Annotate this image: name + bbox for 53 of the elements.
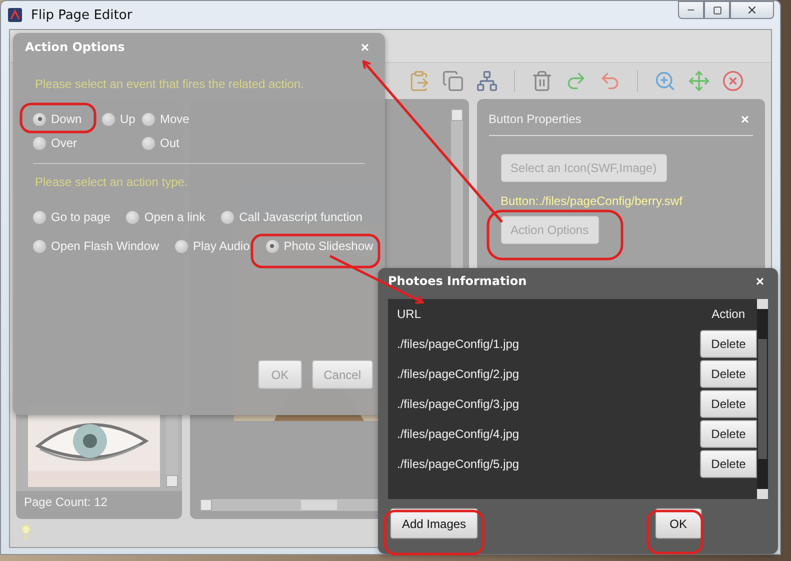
dialog-title: Photoes Information	[388, 274, 527, 288]
app-icon	[7, 7, 23, 23]
panel-title: Button Properties	[488, 112, 582, 126]
event-radio[interactable]: Down	[33, 112, 102, 126]
url-cell: ./files/pageConfig/2.jpg	[397, 367, 520, 381]
fit-icon[interactable]	[688, 70, 710, 92]
delete-button[interactable]: Delete	[700, 390, 757, 418]
dialog-title: Action Options	[25, 40, 125, 54]
paste-icon[interactable]	[408, 70, 430, 92]
column-header: URL	[397, 307, 422, 321]
undo-icon[interactable]	[599, 70, 621, 92]
close-button[interactable]: ×	[752, 273, 768, 289]
highlight-outline	[646, 510, 704, 554]
column-header: Action	[712, 307, 745, 321]
delete-icon[interactable]	[722, 70, 744, 92]
select-icon-button[interactable]: Select an Icon(SWF,Image)	[500, 154, 667, 182]
action-radio[interactable]: Photo Slideshow	[266, 239, 374, 253]
ok-button[interactable]: OK	[258, 360, 302, 389]
delete-button[interactable]: Delete	[700, 450, 757, 478]
trash-icon[interactable]	[531, 70, 553, 92]
button-path: Button:./files/pageConfig/berry.swf	[500, 194, 682, 208]
delete-button[interactable]: Delete	[700, 330, 757, 358]
zoom-in-icon[interactable]	[654, 70, 676, 92]
add-images-button[interactable]: Add Images	[390, 508, 478, 539]
action-radio[interactable]: Go to page	[33, 210, 110, 224]
action-options-button[interactable]: Action Options	[500, 216, 599, 244]
close-button[interactable]	[730, 1, 774, 19]
hierarchy-icon[interactable]	[476, 70, 498, 92]
delete-button[interactable]: Delete	[700, 360, 757, 388]
event-radio[interactable]: Over	[33, 136, 102, 150]
event-radio[interactable]: Out	[142, 136, 385, 150]
window-title: Flip Page Editor	[31, 8, 132, 22]
redo-icon[interactable]	[565, 70, 587, 92]
action-radio[interactable]: Open Flash Window	[33, 239, 160, 253]
close-icon[interactable]	[746, 4, 758, 16]
page-count: Page Count: 12	[23, 494, 108, 511]
url-cell: ./files/pageConfig/3.jpg	[397, 397, 520, 411]
delete-button[interactable]: Delete	[700, 420, 757, 448]
url-cell: ./files/pageConfig/4.jpg	[397, 427, 520, 441]
maximize-button[interactable]	[704, 1, 730, 19]
action-radio[interactable]: Call Javascript function	[221, 210, 362, 224]
copy-icon[interactable]	[442, 70, 464, 92]
close-button[interactable]: ×	[356, 39, 373, 55]
scrollbar[interactable]	[757, 299, 768, 499]
event-radio[interactable]: Up	[102, 112, 142, 126]
cancel-button[interactable]: Cancel	[312, 360, 373, 389]
url-cell: ./files/pageConfig/1.jpg	[397, 337, 520, 351]
maximize-icon[interactable]	[712, 6, 722, 14]
event-radio[interactable]: Move	[142, 112, 385, 126]
url-cell: ./files/pageConfig/5.jpg	[397, 457, 520, 471]
action-radio[interactable]: Open a link	[126, 210, 206, 224]
action-radio[interactable]: Play Audio	[175, 239, 250, 253]
close-button[interactable]: ×	[736, 111, 753, 127]
